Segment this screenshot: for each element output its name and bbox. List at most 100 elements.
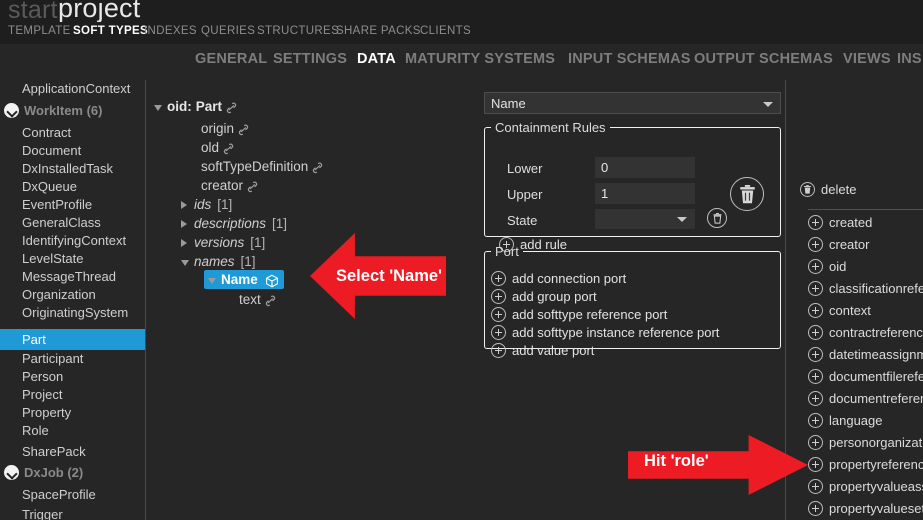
primary-tab-queries[interactable]: QUERIES [201,25,255,37]
attribute-label: propertyvalueass [829,479,923,494]
expand-triangle-icon[interactable] [181,220,187,228]
soft-type-list-sidebar[interactable]: ApplicationContextWorkItem (6)ContractDo… [0,76,145,520]
add-attribute-personorganizatio[interactable]: personorganizatio [808,432,923,453]
primary-tab-soft-types[interactable]: SOFT TYPES [73,25,148,37]
add-attribute-documentfilerefer[interactable]: documentfilerefer [808,366,923,387]
cube-icon [265,274,279,288]
add-attribute-creator[interactable]: creator [808,234,869,255]
sidebar-item-label: ApplicationContext [22,81,130,96]
add-attribute-language[interactable]: language [808,410,883,431]
plus-icon [491,325,506,340]
attribute-label: created [829,215,872,230]
attribute-label: propertyvalueset [829,501,923,516]
add-connection-port-button[interactable]: add connection port [491,271,626,286]
sidebar-item-spaceprofile[interactable]: SpaceProfile [0,484,145,505]
sidebar-item-workitem-6[interactable]: WorkItem (6) [0,100,145,121]
sidebar-item-trigger[interactable]: Trigger [0,504,145,520]
delete-attribute-button[interactable]: delete [800,179,856,200]
plus-icon [808,347,823,362]
attribute-label: documentfilerefer [829,369,923,384]
annotation-text-1: Select 'Name' [336,267,442,286]
add-group-port-button[interactable]: add group port [491,289,597,304]
tree-node-softtypedefinition[interactable]: softTypeDefinition [201,156,323,177]
secondary-tab-settings[interactable]: SETTINGS [273,51,347,67]
port-action-label: add softtype instance reference port [512,325,719,340]
primary-tab-indexes[interactable]: INDEXES [144,25,197,37]
delete-rule-button[interactable] [730,177,764,211]
sidebar-item-label: LevelState [22,251,83,266]
tree-node-creator[interactable]: creator [201,175,258,196]
secondary-tab-views[interactable]: VIEWS [843,51,891,67]
chain-link-icon [238,124,249,136]
tree-node-origin[interactable]: origin [201,118,249,139]
tree-node-text[interactable]: text [239,289,276,310]
primary-tab-structures[interactable]: STRUCTURES [257,25,339,37]
add-attribute-created[interactable]: created [808,212,872,233]
expand-triangle-icon[interactable] [181,239,187,247]
sidebar-item-part[interactable]: Part [0,329,145,350]
add-attribute-datetimeassignm[interactable]: datetimeassignm [808,344,923,365]
expand-triangle-icon[interactable] [181,201,187,209]
secondary-tab-ins[interactable]: INS [897,51,922,67]
secondary-tab-general[interactable]: GENERAL [195,51,267,67]
tree-node-count: [1] [217,197,232,212]
tree-node-name[interactable]: Name [204,270,284,289]
tree-node-old[interactable]: old [201,137,234,158]
add-softtype-instance-reference-port-button[interactable]: add softtype instance reference port [491,325,719,340]
state-select[interactable] [595,209,695,229]
element-name-combobox[interactable]: Name [484,92,781,114]
sidebar-item-dxjob-2[interactable]: DxJob (2) [0,462,145,483]
tree-node-part[interactable]: oid:Part [154,96,237,117]
collapse-triangle-icon[interactable] [181,260,189,266]
sidebar-item-originatingsystem[interactable]: OriginatingSystem [0,302,145,323]
sidebar-item-applicationcontext[interactable]: ApplicationContext [0,78,145,99]
add-attribute-propertyvalueass[interactable]: propertyvalueass [808,476,923,497]
add-attribute-propertyreferenc[interactable]: propertyreferenc [808,454,923,475]
lower-label: Lower [507,161,542,176]
plus-icon [808,369,823,384]
add-attribute-oid[interactable]: oid [808,256,846,277]
sidebar-item-sharepack[interactable]: SharePack [0,441,145,462]
plus-icon [808,435,823,450]
collapse-triangle-icon[interactable] [208,278,216,284]
plus-icon [808,215,823,230]
upper-input[interactable] [595,183,695,204]
add-attribute-documentreferen[interactable]: documentreferen [808,388,923,409]
tree-node-names[interactable]: names[1] [181,251,256,272]
primary-tab-share-packs[interactable]: SHARE PACKS [336,25,421,37]
secondary-tab-maturity-systems[interactable]: MATURITY SYSTEMS [405,51,555,67]
chain-link-icon [312,162,323,174]
add-softtype-reference-port-button[interactable]: add softtype reference port [491,307,667,322]
add-attribute-contractreference[interactable]: contractreference [808,322,923,343]
plus-icon [491,271,506,286]
add-attribute-propertyvalueset[interactable]: propertyvalueset [808,498,923,519]
sidebar-item-role[interactable]: Role [0,420,145,441]
primary-tab-strip: TEMPLATESOFT TYPESINDEXES QUERIESSTRUCTUR… [0,22,923,44]
chevron-down-icon[interactable] [4,103,19,118]
attribute-label: personorganizatio [829,435,923,450]
add-value-port-button[interactable]: add value port [491,343,594,358]
plus-icon [808,457,823,472]
sidebar-item-label: Property [22,405,71,420]
attribute-label: creator [829,237,869,252]
secondary-tab-data[interactable]: DATA [357,51,396,67]
chevron-down-icon[interactable] [4,465,19,480]
lower-input[interactable] [595,157,695,178]
tree-node-ids[interactable]: ids[1] [181,194,232,215]
secondary-tab-input-schemas[interactable]: INPUT SCHEMAS [568,51,691,67]
plus-icon [808,413,823,428]
tree-node-count: [1] [250,235,265,250]
add-attribute-context[interactable]: context [808,300,871,321]
tree-node-label: Name [221,272,258,287]
combobox-value: Name [491,96,526,111]
collapse-triangle-icon[interactable] [154,105,162,111]
tree-node-versions[interactable]: versions[1] [181,232,265,253]
secondary-tab-output-schemas[interactable]: OUTPUT SCHEMAS [694,51,833,67]
add-attribute-classificationreferen[interactable]: classificationreferen [808,278,923,299]
sidebar-item-label: OriginatingSystem [22,305,128,320]
tree-node-descriptions[interactable]: descriptions[1] [181,213,287,234]
primary-tab-template[interactable]: TEMPLATE [8,25,71,37]
primary-tab-clients[interactable]: CLIENTS [420,25,471,37]
delete-state-button[interactable] [707,208,727,228]
tree-node-label: names [194,254,235,269]
